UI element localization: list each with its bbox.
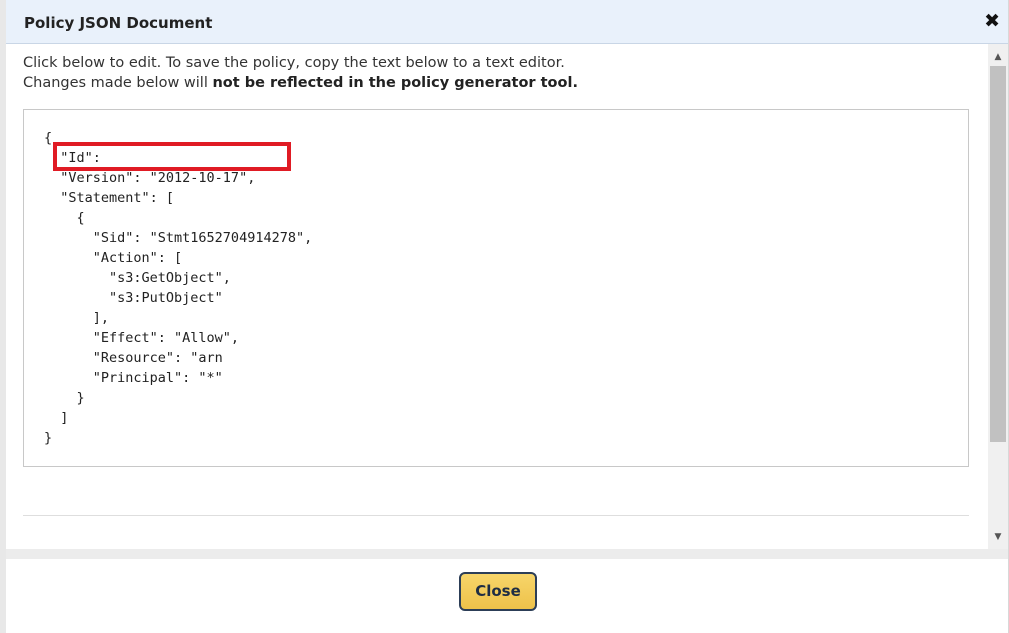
intro-line-2: Changes made below will not be reflected… <box>23 73 578 93</box>
policy-json-code[interactable]: { "Id": "Version": "2012-10-17", "Statem… <box>44 128 312 448</box>
divider <box>23 515 969 516</box>
scroll-thumb[interactable] <box>990 66 1006 442</box>
intro-text: Click below to edit. To save the policy,… <box>23 53 578 93</box>
vertical-scrollbar[interactable]: ▲ ▼ <box>988 44 1008 549</box>
scroll-up-arrow-icon[interactable]: ▲ <box>988 48 1008 66</box>
policy-json-dialog: Policy JSON Document ✖ Click below to ed… <box>0 0 1009 633</box>
intro-line-1: Click below to edit. To save the policy,… <box>23 55 565 71</box>
close-button[interactable]: Close <box>459 572 537 611</box>
dialog-titlebar: Policy JSON Document ✖ <box>6 0 1008 44</box>
dialog-footer: Close <box>6 549 1008 633</box>
close-icon[interactable]: ✖ <box>984 12 1000 31</box>
scroll-down-arrow-icon[interactable]: ▼ <box>988 528 1008 546</box>
dialog-title: Policy JSON Document <box>24 14 213 32</box>
intro-line-2-prefix: Changes made below will <box>23 75 213 91</box>
intro-line-2-bold: not be reflected in the policy generator… <box>212 75 578 91</box>
policy-json-editor[interactable]: { "Id": "Version": "2012-10-17", "Statem… <box>23 109 969 467</box>
dialog-body: Click below to edit. To save the policy,… <box>6 44 988 549</box>
